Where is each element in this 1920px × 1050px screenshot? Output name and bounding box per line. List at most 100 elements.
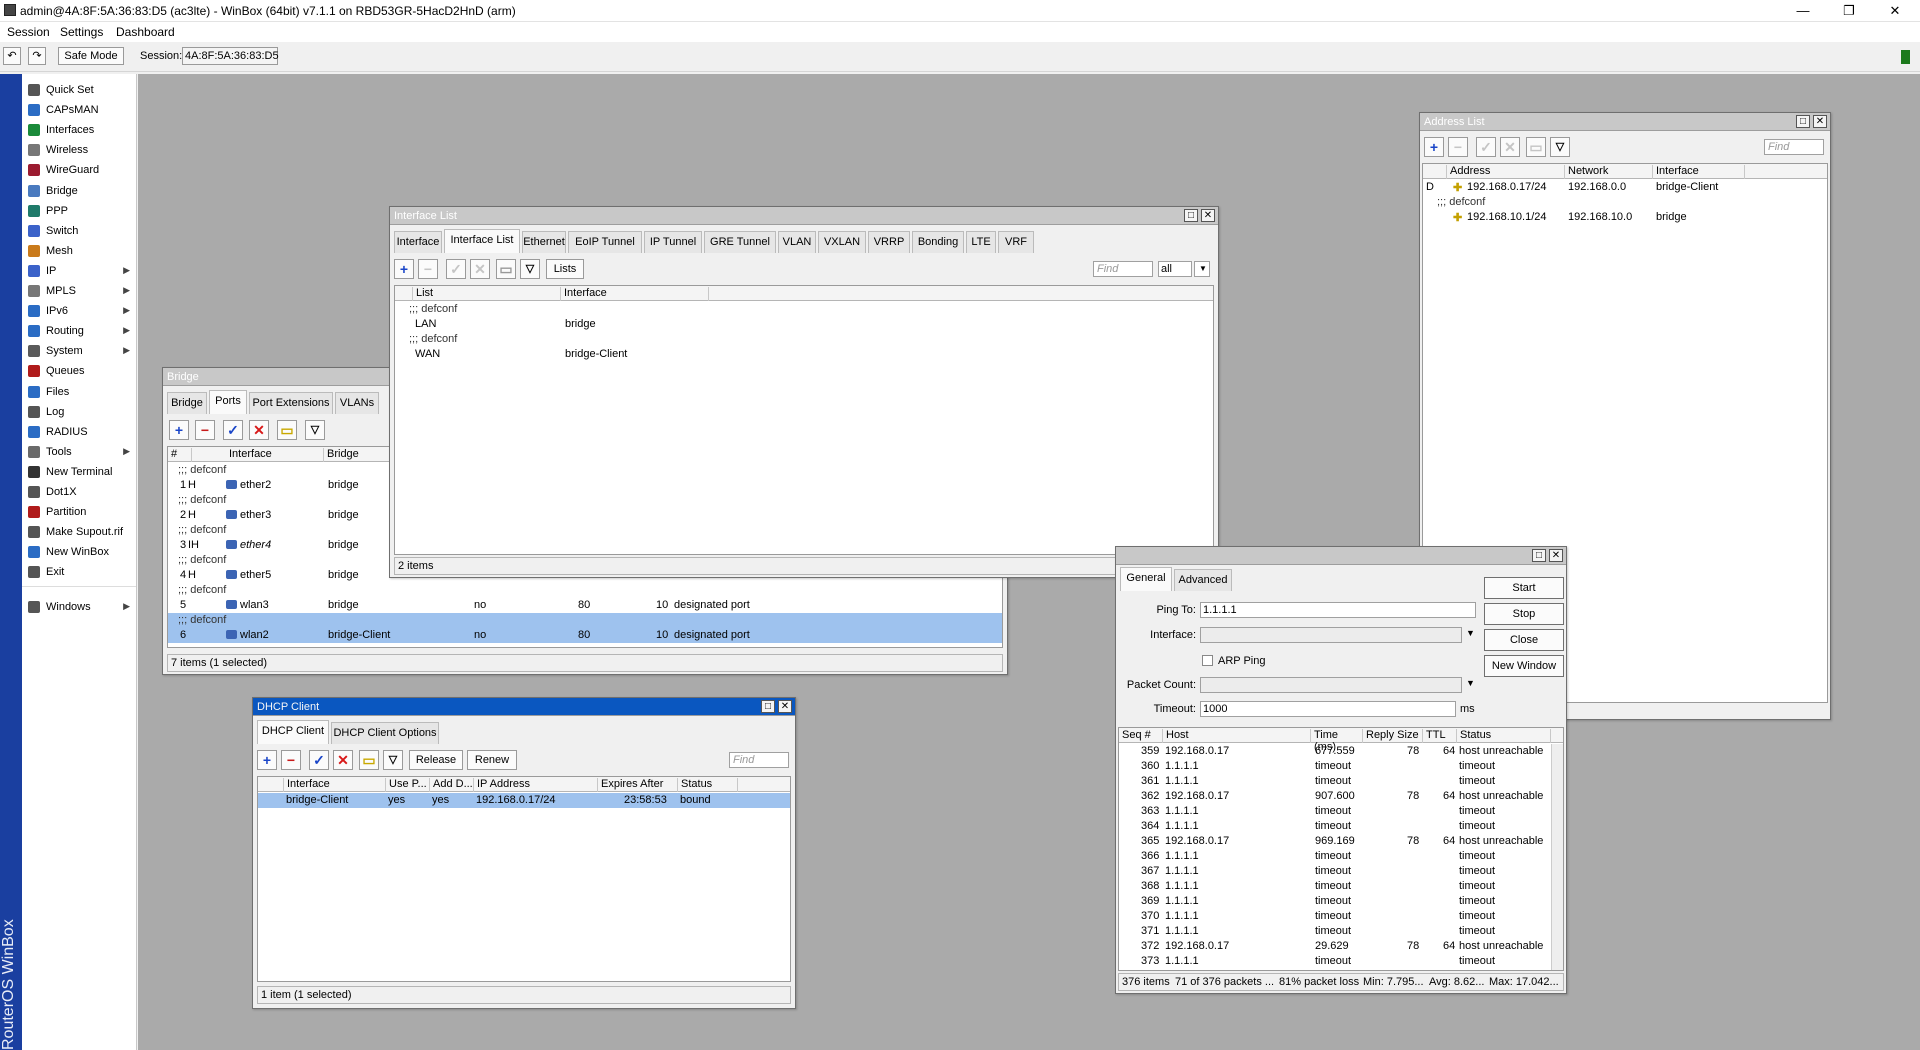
tab-advanced[interactable]: Advanced <box>1174 569 1232 591</box>
table-row[interactable]: 368 1.1.1.1 timeout timeout <box>1119 879 1551 894</box>
col-interface[interactable]: Interface <box>226 448 324 462</box>
table-row[interactable]: 366 1.1.1.1 timeout timeout <box>1119 849 1551 864</box>
table-row[interactable]: 364 1.1.1.1 timeout timeout <box>1119 819 1551 834</box>
col-expires-after[interactable]: Expires After <box>598 778 678 792</box>
table-row[interactable]: 359 192.168.0.17 677.559 78 64 host unreachab… <box>1119 744 1551 759</box>
timeout-input[interactable]: 1000 <box>1200 701 1456 717</box>
tab-port-extensions[interactable]: Port Extensions <box>249 392 333 414</box>
sidebar-item-bridge[interactable]: Bridge <box>22 181 136 201</box>
col-address[interactable]: Address <box>1447 165 1565 179</box>
filter-icon[interactable]: ▽ <box>520 259 540 279</box>
table-row[interactable]: ✚ 192.168.10.1/24 192.168.10.0 bridge <box>1423 210 1827 225</box>
col-interface[interactable]: Interface <box>284 778 386 792</box>
remove-icon[interactable]: − <box>418 259 438 279</box>
tab-bridge[interactable]: Bridge <box>167 392 207 414</box>
table-row[interactable]: 362 192.168.0.17 907.600 78 64 host unreachab… <box>1119 789 1551 804</box>
enable-icon[interactable]: ✓ <box>223 420 243 440</box>
tab-ethernet[interactable]: Ethernet <box>522 231 566 253</box>
sidebar-item-wireless[interactable]: Wireless <box>22 140 136 160</box>
table-row[interactable]: 369 1.1.1.1 timeout timeout <box>1119 894 1551 909</box>
packet-count-dropdown-icon[interactable]: ▼ <box>1466 678 1475 688</box>
table-row[interactable]: 361 1.1.1.1 timeout timeout <box>1119 774 1551 789</box>
sidebar-item-mesh[interactable]: Mesh <box>22 241 136 261</box>
table-row[interactable]: 6 wlan2 bridge-Client no 80 10 designated port <box>168 628 1002 643</box>
sidebar-item-queues[interactable]: Queues <box>22 361 136 381</box>
dhcp-find-input[interactable]: Find <box>729 752 789 768</box>
sidebar-item-tools[interactable]: Tools ▶ <box>22 442 136 462</box>
dhcp-close-button[interactable]: ✕ <box>778 700 792 713</box>
sidebar-item-new-winbox[interactable]: New WinBox <box>22 542 136 562</box>
redo-button[interactable]: ↷ <box>28 47 46 65</box>
add-icon[interactable]: + <box>394 259 414 279</box>
stop-button[interactable]: Stop <box>1484 603 1564 625</box>
tab-dhcp-client-options[interactable]: DHCP Client Options <box>331 722 439 744</box>
sidebar-item-new-terminal[interactable]: New Terminal <box>22 462 136 482</box>
close-window-button[interactable]: ✕ <box>1872 0 1918 22</box>
tab-gre-tunnel[interactable]: GRE Tunnel <box>704 231 776 253</box>
table-row[interactable]: LAN bridge <box>395 317 1213 332</box>
col-time[interactable]: Time (ms) <box>1311 729 1363 753</box>
col-status[interactable]: Status <box>1457 729 1551 743</box>
comment-icon[interactable]: ▭ <box>277 420 297 440</box>
release-button[interactable]: Release <box>409 750 463 770</box>
tab-general[interactable]: General <box>1120 567 1172 591</box>
interface-filter-select[interactable]: all <box>1158 261 1192 277</box>
table-row[interactable]: D ✚ 192.168.0.17/24 192.168.0.0 bridge-Clien… <box>1423 180 1827 195</box>
sidebar-item-ppp[interactable]: PPP <box>22 201 136 221</box>
table-row[interactable]: 374 1.1.1.1 timeout timeout <box>1119 969 1551 970</box>
sidebar-item-system[interactable]: System ▶ <box>22 341 136 361</box>
table-row[interactable]: 360 1.1.1.1 timeout timeout <box>1119 759 1551 774</box>
tab-dhcp-client[interactable]: DHCP Client <box>257 720 329 744</box>
tab-lte[interactable]: LTE <box>966 231 996 253</box>
session-field[interactable]: 4A:8F:5A:36:83:D5 <box>182 47 279 65</box>
minimize-button[interactable]: — <box>1780 0 1826 22</box>
table-row[interactable]: 367 1.1.1.1 timeout timeout <box>1119 864 1551 879</box>
table-row[interactable]: 370 1.1.1.1 timeout timeout <box>1119 909 1551 924</box>
sidebar-item-exit[interactable]: Exit <box>22 562 136 582</box>
ping-to-input[interactable]: 1.1.1.1 <box>1200 602 1476 618</box>
tab-ports[interactable]: Ports <box>209 390 247 414</box>
sidebar-item-files[interactable]: Files <box>22 382 136 402</box>
disable-icon[interactable]: ✕ <box>1500 137 1520 157</box>
tab-vxlan[interactable]: VXLAN <box>818 231 866 253</box>
ping-maximize-button[interactable]: □ <box>1532 549 1546 562</box>
menu-dashboard[interactable]: Dashboard <box>116 25 175 39</box>
add-icon[interactable]: + <box>257 750 277 770</box>
table-row[interactable]: 365 192.168.0.17 969.169 78 64 host unreachab… <box>1119 834 1551 849</box>
col-interface[interactable]: Interface <box>1653 165 1745 179</box>
address-list-maximize-button[interactable]: □ <box>1796 115 1810 128</box>
comment-row[interactable]: ;;; defconf <box>395 302 1213 317</box>
table-row[interactable]: 363 1.1.1.1 timeout timeout <box>1119 804 1551 819</box>
col-seq[interactable]: Seq # <box>1119 729 1163 743</box>
disable-icon[interactable]: ✕ <box>470 259 490 279</box>
comment-row[interactable]: ;;; defconf <box>395 332 1213 347</box>
col-status[interactable]: Status <box>678 778 738 792</box>
tab-vrrp[interactable]: VRRP <box>868 231 910 253</box>
sidebar-item-partition[interactable]: Partition <box>22 502 136 522</box>
interface-select[interactable] <box>1200 627 1462 643</box>
sidebar-item-radius[interactable]: RADIUS <box>22 422 136 442</box>
filter-dropdown-icon[interactable]: ▼ <box>1194 261 1210 277</box>
comment-row[interactable]: ;;; defconf <box>1423 195 1827 210</box>
tab-vlan[interactable]: VLAN <box>778 231 816 253</box>
comment-icon[interactable]: ▭ <box>359 750 379 770</box>
sidebar-item-interfaces[interactable]: Interfaces <box>22 120 136 140</box>
filter-icon[interactable]: ▽ <box>1550 137 1570 157</box>
remove-icon[interactable]: − <box>281 750 301 770</box>
sidebar-item-switch[interactable]: Switch <box>22 221 136 241</box>
interface-find-input[interactable]: Find <box>1093 261 1153 277</box>
comment-row[interactable]: ;;; defconf <box>168 583 1002 598</box>
new-window-button[interactable]: New Window <box>1484 655 1564 677</box>
filter-icon[interactable]: ▽ <box>305 420 325 440</box>
col-ttl[interactable]: TTL <box>1423 729 1457 743</box>
add-icon[interactable]: + <box>169 420 189 440</box>
table-row[interactable]: 372 192.168.0.17 29.629 78 64 host unreachabl… <box>1119 939 1551 954</box>
sidebar-item-ipv6[interactable]: IPv6 ▶ <box>22 301 136 321</box>
col-ip-address[interactable]: IP Address <box>474 778 598 792</box>
remove-icon[interactable]: − <box>1448 137 1468 157</box>
sidebar-item-windows[interactable]: Windows ▶ <box>22 597 136 617</box>
table-row[interactable]: 371 1.1.1.1 timeout timeout <box>1119 924 1551 939</box>
sidebar-item-wireguard[interactable]: WireGuard <box>22 160 136 180</box>
renew-button[interactable]: Renew <box>467 750 517 770</box>
add-icon[interactable]: + <box>1424 137 1444 157</box>
